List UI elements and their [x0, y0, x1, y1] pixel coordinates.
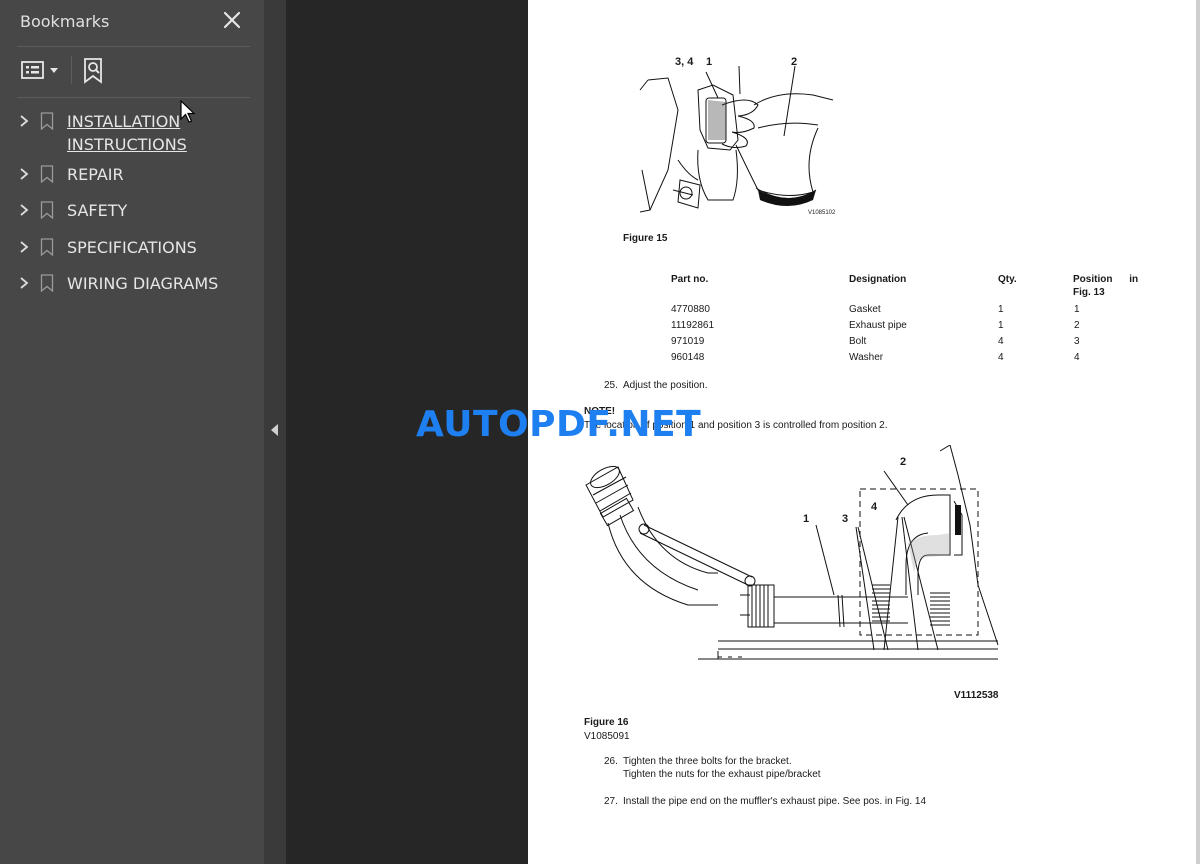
table-header: Designation: [849, 274, 907, 285]
figure-16-callout: 2: [900, 456, 907, 468]
table-cell: 971019: [671, 336, 705, 347]
bookmark-icon: [40, 238, 54, 256]
chevron-right-icon[interactable]: [18, 114, 30, 128]
chevron-right-icon[interactable]: [18, 276, 30, 290]
table-header: Part no.: [671, 274, 709, 285]
table-cell: 960148: [671, 352, 705, 363]
figure-15-image-code: V1085102: [808, 210, 836, 216]
table-header: Position in: [1073, 274, 1139, 285]
figure-15-callout: 2: [791, 56, 798, 68]
figure-15-callout: 3, 4: [675, 56, 694, 68]
bookmark-label: WIRING DIAGRAMS: [67, 274, 219, 293]
figure-16-image-code: V1112538: [954, 690, 999, 701]
bookmark-label: SAFETY: [67, 201, 128, 220]
table-cell: Gasket: [849, 304, 881, 315]
step-text: Adjust the position.: [623, 380, 708, 391]
table-cell: 1: [1074, 304, 1080, 315]
bookmark-label: INSTALLATION INSTRUCTIONS: [67, 112, 187, 154]
step-text: Tighten the three bolts for the bracket.: [623, 756, 792, 767]
watermark: AUTOPDF.NET: [416, 404, 702, 445]
table-cell: 11192861: [671, 320, 715, 331]
table-cell: Bolt: [849, 336, 867, 347]
vertical-scrollbar[interactable]: [1196, 0, 1200, 864]
figure-16-callout: 4: [871, 501, 878, 513]
mouse-pointer-icon: [180, 100, 196, 123]
bookmark-icon: [40, 112, 54, 130]
bookmarks-title: Bookmarks: [20, 12, 110, 31]
figure-15-callout: 1: [706, 56, 713, 68]
table-cell: 3: [1074, 336, 1080, 347]
table-cell: 2: [1074, 320, 1080, 331]
table-cell: 1: [998, 320, 1004, 331]
step-number: 26.: [604, 756, 618, 767]
chevron-right-icon[interactable]: [18, 167, 30, 181]
step-number: 27.: [604, 796, 618, 807]
bookmark-label: SPECIFICATIONS: [67, 238, 197, 257]
figure-16-illustration: [585, 445, 999, 660]
table-header: Qty.: [998, 274, 1017, 285]
chevron-right-icon[interactable]: [18, 203, 30, 217]
bookmark-icon: [40, 274, 54, 292]
figure-16-caption: Figure 16: [584, 717, 629, 728]
bookmark-icon: [40, 201, 54, 219]
close-icon[interactable]: [222, 10, 242, 30]
step-text: Install the pipe end on the muffler's ex…: [623, 796, 927, 807]
collapse-panel-icon[interactable]: [271, 424, 278, 436]
figure-16-subcaption: V1085091: [584, 731, 630, 742]
divider: [17, 46, 250, 47]
figure-15-caption: Figure 15: [623, 233, 668, 244]
table-cell: 1: [998, 304, 1004, 315]
divider: [17, 97, 250, 98]
table-header: Fig. 13: [1073, 287, 1105, 298]
table-cell: Exhaust pipe: [849, 320, 907, 331]
step-number: 25.: [604, 380, 618, 391]
table-cell: 4: [998, 336, 1004, 347]
chevron-right-icon[interactable]: [18, 240, 30, 254]
bookmarks-panel: Bookmarks INSTALLATION INSTRUCTIONS REPA…: [0, 0, 264, 864]
table-cell: 4: [998, 352, 1004, 363]
figure-16-callout: 3: [842, 513, 849, 525]
toolbar-separator: [71, 56, 72, 84]
figure-15-illustration: [639, 65, 834, 213]
bookmark-label: REPAIR: [67, 165, 124, 184]
find-bookmark-icon[interactable]: [82, 57, 108, 85]
table-cell: 4770880: [671, 304, 710, 315]
table-cell: Washer: [849, 352, 884, 363]
bookmark-icon: [40, 165, 54, 183]
table-cell: 4: [1074, 352, 1080, 363]
bookmark-options-button[interactable]: [20, 58, 62, 84]
step-text: Tighten the nuts for the exhaust pipe/br…: [623, 769, 821, 780]
figure-16-callout: 1: [803, 513, 810, 525]
